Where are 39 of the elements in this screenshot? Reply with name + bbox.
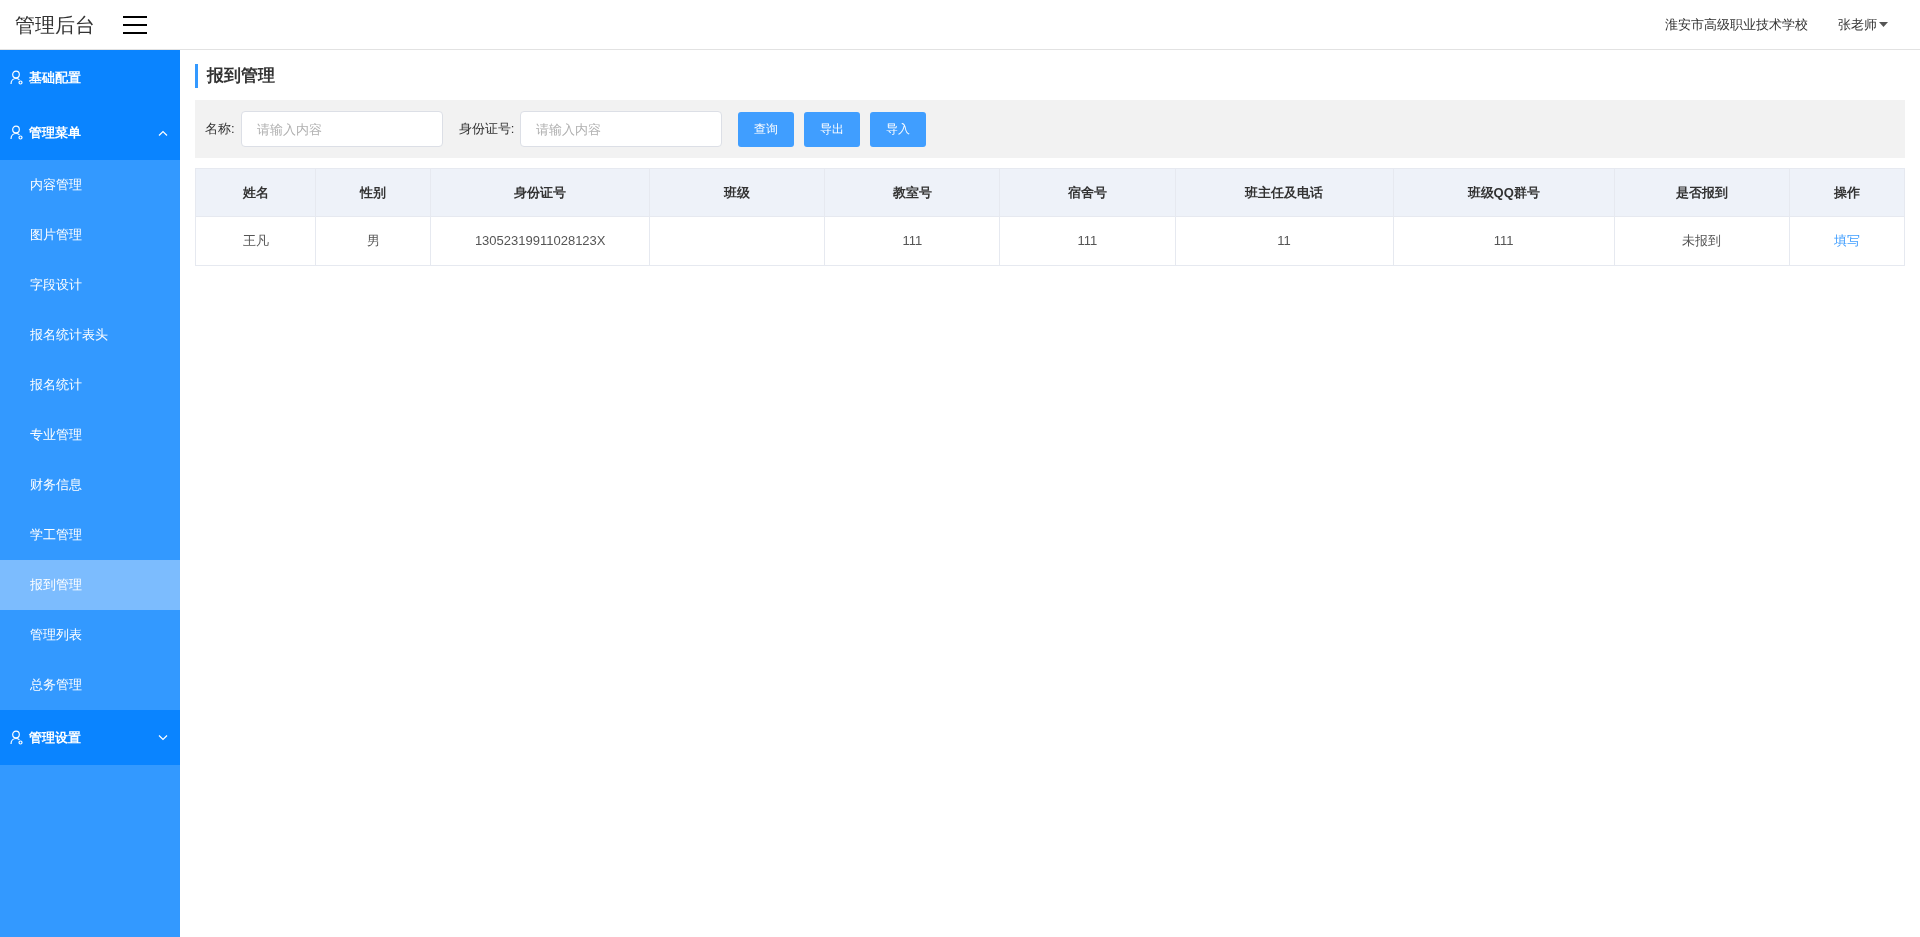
sidebar-group[interactable]: 管理菜单 [0,105,180,160]
caret-icon [1879,21,1888,28]
action-button[interactable]: 查询 [738,111,795,147]
column-header: 教室号 [824,168,1000,217]
column-header: 宿舍号 [999,168,1176,217]
user-icon [10,730,24,745]
column-header: 是否报到 [1614,168,1790,217]
table-cell: 13052319911028123X [430,216,650,266]
menu-icon[interactable] [123,15,147,34]
table-cell: 王凡 [195,216,316,266]
table-cell: 未报到 [1614,216,1790,266]
column-header: 性别 [315,168,431,217]
action-button[interactable]: 导入 [870,111,927,147]
column-header: 姓名 [195,168,316,217]
column-header: 班级 [649,168,825,217]
table-cell: 111 [1393,216,1615,266]
input-field[interactable]: 请输入内容 [520,111,723,147]
action-button[interactable]: 导出 [804,111,861,147]
user-icon [10,125,24,140]
table-cell: 111 [999,216,1176,266]
page-title: 报到管理 [207,65,275,88]
table-cell: 111 [824,216,1000,266]
fill-in-link[interactable]: 填写 [1833,233,1860,249]
table-cell: 男 [315,216,431,266]
filter-label: 身份证号: [458,120,515,139]
column-header: 身份证号 [430,168,650,217]
app-title: 管理后台 [15,12,95,38]
column-header: 班主任及电话 [1175,168,1394,217]
user-icon [10,70,24,85]
school-name: 淮安市高级职业技术学校 [1665,15,1808,34]
user-menu[interactable]: 张老师 [1838,14,1888,35]
table-cell: 11 [1175,216,1394,266]
sidebar-item[interactable]: 报到管理 [0,560,180,610]
input-field[interactable]: 请输入内容 [240,111,443,147]
column-header: 操作 [1789,168,1905,217]
column-header: 班级QQ群号 [1393,168,1615,217]
sidebar-group[interactable]: 基础配置 [0,50,180,105]
filter-label: 名称: [205,120,235,139]
sidebar-group[interactable]: 管理设置 [0,710,180,765]
